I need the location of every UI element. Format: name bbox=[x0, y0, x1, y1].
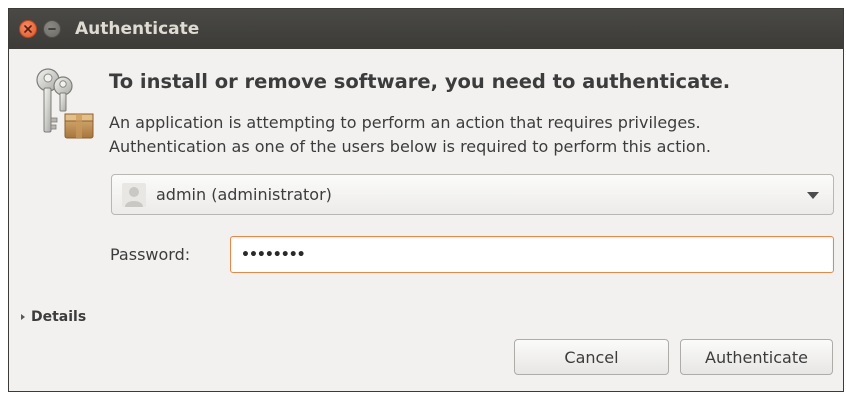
dialog-heading: To install or remove software, you need … bbox=[109, 70, 731, 93]
close-button[interactable] bbox=[19, 20, 37, 38]
authenticate-button[interactable]: Authenticate bbox=[680, 339, 833, 375]
keys-package-icon bbox=[36, 68, 94, 139]
window-title: Authenticate bbox=[75, 19, 200, 39]
user-avatar-icon bbox=[122, 182, 146, 207]
details-expander[interactable]: Details bbox=[21, 309, 86, 325]
details-label: Details bbox=[31, 309, 87, 325]
description-line-2: Authentication as one of the users below… bbox=[109, 137, 711, 156]
authenticate-dialog: Authenticate To install or remove softwa… bbox=[8, 8, 844, 392]
minimize-icon bbox=[48, 28, 56, 30]
password-label: Password: bbox=[110, 245, 191, 264]
password-input[interactable] bbox=[230, 236, 834, 273]
cancel-button[interactable]: Cancel bbox=[514, 339, 669, 375]
user-select[interactable]: admin (administrator) bbox=[111, 174, 834, 215]
minimize-button[interactable] bbox=[43, 20, 61, 38]
chevron-down-icon bbox=[807, 192, 819, 199]
title-bar[interactable]: Authenticate bbox=[9, 9, 843, 49]
selected-user: admin (administrator) bbox=[156, 185, 332, 204]
expander-arrow-icon bbox=[21, 314, 25, 320]
description-line-1: An application is attempting to perform … bbox=[109, 113, 701, 132]
close-icon bbox=[24, 25, 32, 33]
